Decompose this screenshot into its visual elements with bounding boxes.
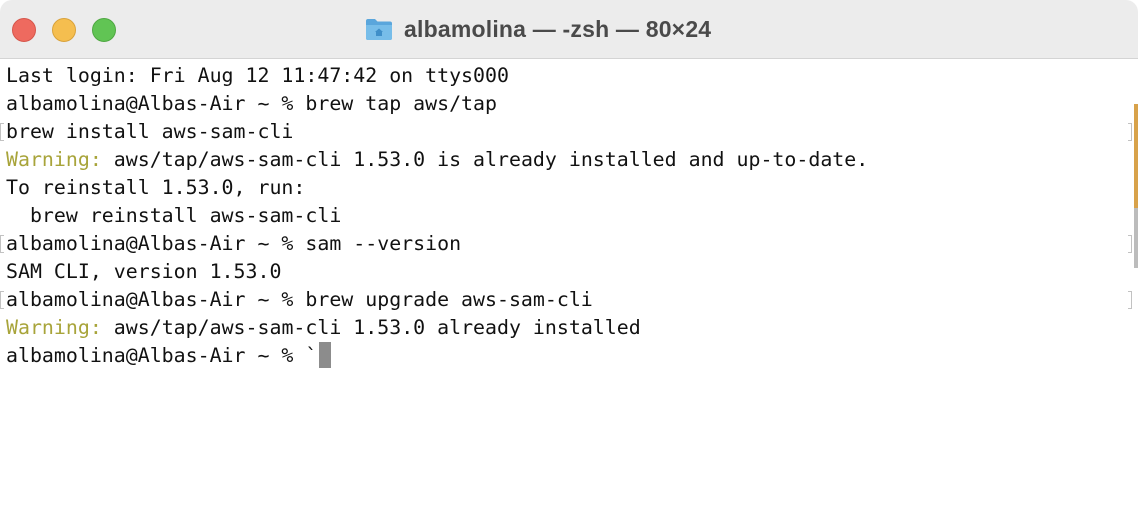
terminal-output[interactable]: Last login: Fri Aug 12 11:47:42 on ttys0… xyxy=(0,62,1138,522)
output-line: Last login: Fri Aug 12 11:47:42 on ttys0… xyxy=(6,64,509,87)
output-line: brew reinstall aws-sam-cli xyxy=(6,204,342,227)
window-title: albamolina — -zsh — 80×24 xyxy=(404,15,712,42)
output-line: SAM CLI, version 1.53.0 xyxy=(6,260,282,283)
mark-bracket-left xyxy=(0,123,4,141)
active-prompt-line[interactable]: albamolina@Albas-Air ~ % ` xyxy=(6,342,332,370)
window-title-group: albamolina — -zsh — 80×24 xyxy=(365,14,711,44)
terminal-window: albamolina — -zsh — 80×24 Last login: Fr… xyxy=(0,0,1138,522)
output-line: brew install aws-sam-cli xyxy=(6,120,294,143)
prompt-line: albamolina@Albas-Air ~ % brew upgrade aw… xyxy=(6,288,593,311)
title-bar[interactable]: albamolina — -zsh — 80×24 xyxy=(0,0,1138,59)
background-window-edge xyxy=(1134,104,1138,208)
warning-text: aws/tap/aws-sam-cli 1.53.0 already insta… xyxy=(101,316,641,339)
close-button[interactable] xyxy=(12,18,36,42)
prompt-line: albamolina@Albas-Air ~ % brew tap aws/ta… xyxy=(6,92,497,115)
zoom-button[interactable] xyxy=(92,18,116,42)
minimize-button[interactable] xyxy=(52,18,76,42)
text-cursor xyxy=(319,342,332,368)
prompt-text: albamolina@Albas-Air ~ % ` xyxy=(6,344,318,367)
warning-line: Warning: aws/tap/aws-sam-cli 1.53.0 alre… xyxy=(6,314,641,342)
warning-line: Warning: aws/tap/aws-sam-cli 1.53.0 is a… xyxy=(6,146,868,174)
home-folder-icon xyxy=(366,19,392,40)
prompt-line: albamolina@Albas-Air ~ % sam --version xyxy=(6,232,462,255)
warning-text: aws/tap/aws-sam-cli 1.53.0 is already in… xyxy=(101,148,869,171)
warning-label: Warning: xyxy=(6,148,102,171)
background-window-edge xyxy=(1134,208,1138,268)
output-line: To reinstall 1.53.0, run: xyxy=(6,176,306,199)
mark-bracket-right xyxy=(1128,123,1132,141)
mark-bracket-left xyxy=(0,235,4,253)
mark-bracket-right xyxy=(1128,235,1132,253)
mark-bracket-left xyxy=(0,291,4,309)
warning-label: Warning: xyxy=(6,316,102,339)
mark-bracket-right xyxy=(1128,291,1132,309)
